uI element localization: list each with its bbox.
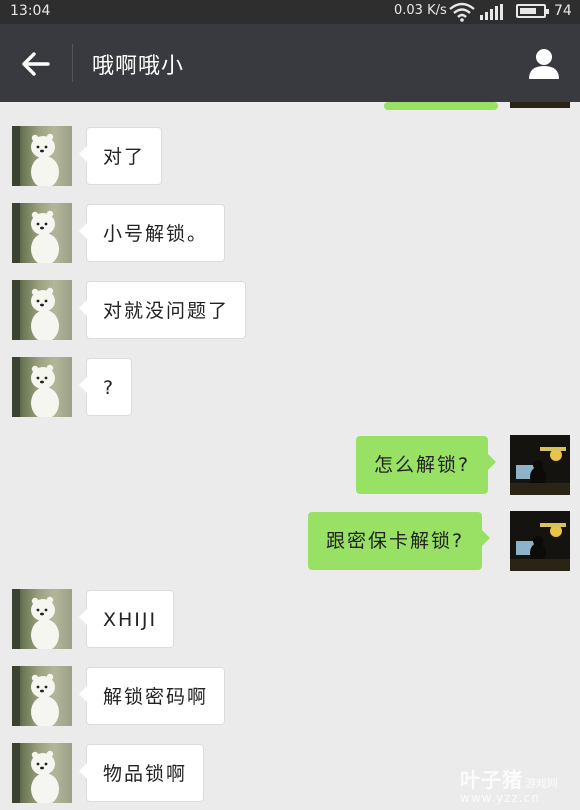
message-bubble-in[interactable]: XHIJI bbox=[78, 590, 175, 648]
header-divider bbox=[72, 44, 73, 82]
contact-avatar[interactable] bbox=[12, 666, 72, 726]
chat-header: 哦啊哦小 bbox=[0, 24, 580, 102]
contact-avatar[interactable] bbox=[12, 357, 72, 417]
my-avatar[interactable] bbox=[510, 102, 570, 108]
status-time: 13:04 bbox=[10, 3, 51, 19]
watermark: 叶子猪 游戏网 www.yzz.cn bbox=[460, 764, 558, 805]
message-bubble-in[interactable]: 小号解锁。 bbox=[78, 204, 226, 262]
person-icon bbox=[529, 49, 559, 79]
contact-avatar[interactable] bbox=[12, 126, 72, 186]
wifi-icon bbox=[449, 2, 475, 26]
status-bar: 13:04 0.03 K/s 74 bbox=[0, 0, 580, 24]
chat-title: 哦啊哦小 bbox=[92, 54, 185, 79]
watermark-sub: 游戏网 bbox=[525, 777, 558, 790]
message-bubble-in[interactable]: ? bbox=[78, 358, 133, 416]
arrow-left-icon bbox=[22, 52, 50, 76]
contact-avatar[interactable] bbox=[12, 743, 72, 803]
message-bubble-out[interactable]: 跟密保卡解锁? bbox=[308, 512, 491, 570]
contact-avatar[interactable] bbox=[12, 203, 72, 263]
message-bubble-out[interactable]: 怎么解锁? bbox=[356, 436, 497, 494]
message-bubble-out[interactable] bbox=[384, 102, 498, 110]
message-bubble-in[interactable]: 对就没问题了 bbox=[78, 281, 247, 339]
message-bubble-in[interactable]: 对了 bbox=[78, 127, 163, 185]
signal-icon bbox=[480, 4, 503, 20]
back-button[interactable] bbox=[18, 46, 54, 82]
my-avatar[interactable] bbox=[510, 435, 570, 495]
battery-icon bbox=[516, 4, 549, 18]
contact-avatar[interactable] bbox=[12, 589, 72, 649]
watermark-name: 叶子猪 bbox=[460, 768, 523, 792]
message-bubble-in[interactable]: 物品锁啊 bbox=[78, 744, 205, 802]
network-speed: 0.03 K/s bbox=[394, 3, 447, 18]
battery-level: 74 bbox=[554, 3, 572, 19]
contact-avatar[interactable] bbox=[12, 280, 72, 340]
message-list[interactable]: 对了 小号解锁。 对就没问题了 ? 怎么解锁? 跟密保卡解锁? XHIJI 解锁… bbox=[0, 102, 580, 810]
message-bubble-in[interactable]: 解锁密码啊 bbox=[78, 667, 226, 725]
watermark-url: www.yzz.cn bbox=[460, 791, 540, 805]
profile-button[interactable] bbox=[526, 46, 562, 82]
my-avatar[interactable] bbox=[510, 511, 570, 571]
